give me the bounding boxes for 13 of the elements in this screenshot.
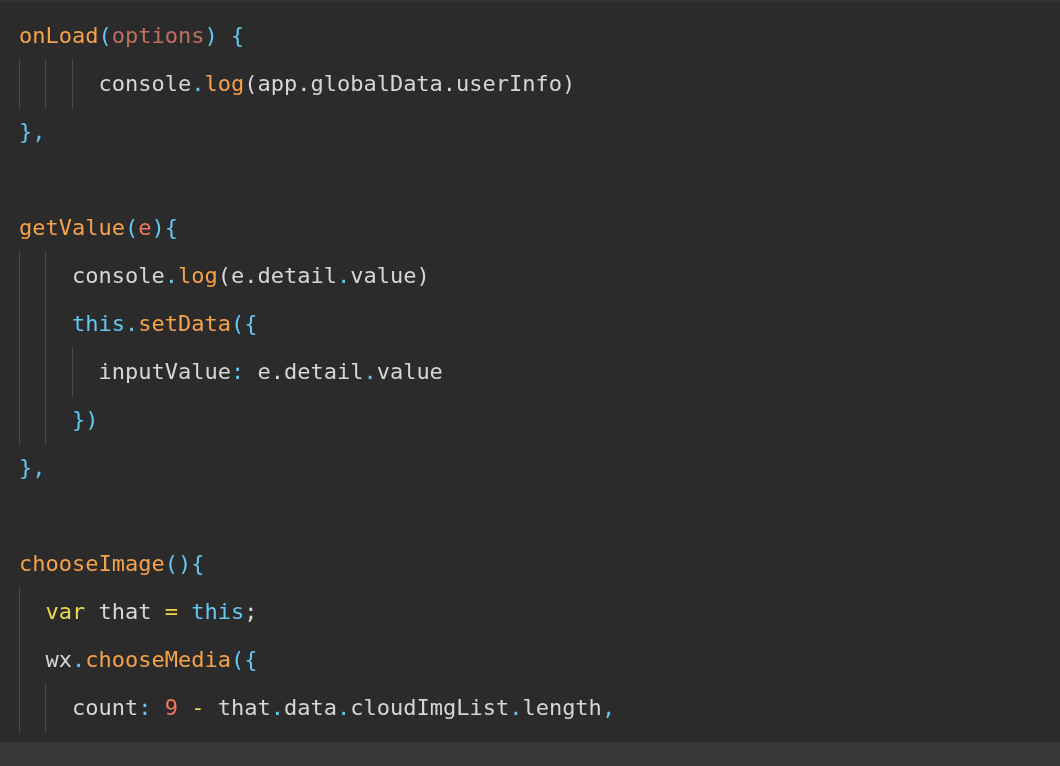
code-line: onLoad(options) { — [19, 22, 245, 50]
code-line: inputValue: e.detail.value — [97, 358, 443, 386]
code-line: getValue(e){ — [19, 214, 178, 242]
code-line: wx.chooseMedia({ — [44, 646, 258, 674]
code-line: count: 9 - that.data.cloudImgList.length, — [70, 694, 616, 722]
code-line: }) — [70, 406, 99, 434]
code-line: }, — [19, 454, 46, 482]
code-line: chooseImage(){ — [19, 550, 205, 578]
code-line: console.log(app.globalData.userInfo) — [97, 70, 576, 98]
code-line: }, — [19, 118, 46, 146]
code-line: this.setData({ — [70, 310, 258, 338]
code-line: console.log(e.detail.value) — [70, 262, 430, 290]
code-line: var that = this; — [44, 598, 258, 626]
